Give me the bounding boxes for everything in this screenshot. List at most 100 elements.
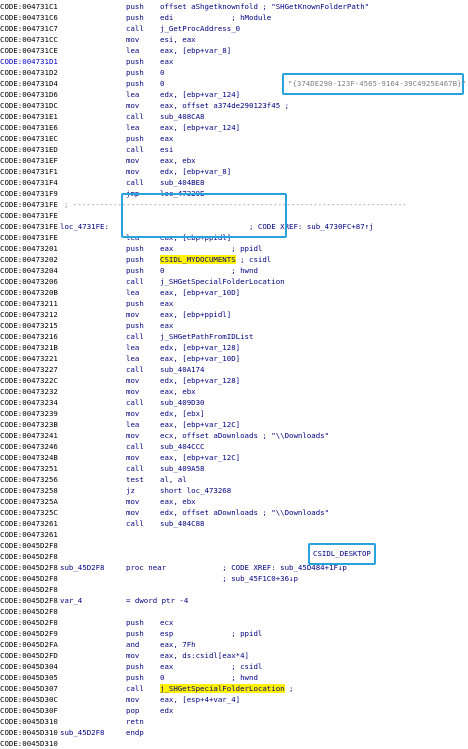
address: CODE:004731ED (0, 144, 58, 154)
mnemonic: push (126, 628, 144, 638)
address: CODE:004731C1 (0, 1, 58, 11)
address: CODE:004731EC (0, 133, 58, 143)
operand[interactable]: edx, [ebp+var_8] (160, 166, 231, 177)
address: CODE:004731D1 (0, 56, 58, 66)
operand[interactable]: edx, [ebp+var_128] (160, 375, 240, 386)
address: CODE:0045D2F8 (0, 595, 58, 605)
mnemonic: call (126, 518, 144, 528)
operand[interactable]: sub_409A58 (160, 463, 205, 474)
operand[interactable]: eax, [ebp+var_12C] (160, 419, 240, 430)
operand[interactable]: eax ; ppidl (160, 243, 262, 254)
address: CODE:00473246 (0, 441, 58, 451)
address: CODE:0047320B (0, 287, 58, 297)
operand[interactable]: edi ; hModule (160, 12, 271, 23)
highlighted-symbol[interactable]: j_SHGetSpecialFolderLocation (160, 683, 285, 693)
operand[interactable]: esp ; ppidl (160, 628, 262, 639)
mnemonic: call (126, 331, 144, 341)
mnemonic: call (126, 683, 144, 693)
operand[interactable]: eax, [ebp+var_10D] (160, 287, 240, 298)
operand[interactable]: eax, 7Fh (160, 639, 196, 650)
mnemonic: lea (126, 45, 140, 55)
operand[interactable]: eax (160, 320, 173, 331)
mnemonic: lea (126, 419, 140, 429)
address: CODE:004731FE (0, 210, 58, 220)
operand[interactable]: eax, ebx (160, 496, 196, 507)
mnemonic: push (126, 243, 144, 253)
operand[interactable]: eax, [ebp+var_12C] (160, 452, 240, 463)
csidl-desktop-annotation: CSIDL_DESKTOP (313, 549, 371, 558)
mnemonic: mov (126, 507, 140, 517)
mnemonic: call (126, 441, 144, 451)
operand[interactable]: sub_404C88 (160, 518, 205, 529)
address: CODE:0047321B (0, 342, 58, 352)
operand[interactable]: sub_409D30 (160, 397, 205, 408)
mnemonic: mov (126, 650, 140, 660)
address: CODE:0047323B (0, 419, 58, 429)
operand[interactable]: ecx (160, 617, 173, 628)
operand[interactable]: eax, ebx (160, 386, 196, 397)
address: CODE:0045D2F8 (0, 606, 58, 616)
operand[interactable]: al, al (160, 474, 187, 485)
operand[interactable]: eax, ebx (160, 155, 196, 166)
operand[interactable]: sub_404BE8 (160, 177, 205, 188)
operand[interactable]: ecx, offset aDownloads ; "\\Downloads" (160, 430, 329, 441)
operand[interactable]: eax, ds:csidl[eax*4] (160, 650, 249, 661)
address: CODE:00473234 (0, 397, 58, 407)
operand[interactable]: j_SHGetSpecialFolderLocation ; (160, 683, 294, 694)
operand[interactable]: 0 ; hwnd (160, 672, 258, 683)
operand[interactable]: 0 (160, 78, 164, 89)
address: CODE:00473221 (0, 353, 58, 363)
operand[interactable]: j_GetProcAddress_0 (160, 23, 240, 34)
operand[interactable]: j_SHGetSpecialFolderLocation (160, 276, 285, 287)
operand[interactable]: edx, [ebp+var_128] (160, 342, 240, 353)
operand[interactable]: 0 (160, 67, 164, 78)
mnemonic: lea (126, 353, 140, 363)
address: CODE:004731FE (0, 221, 58, 231)
mnemonic: push (126, 265, 144, 275)
operand[interactable]: eax, [ebp+var_10D] (160, 353, 240, 364)
operand[interactable]: short loc_473268 (160, 485, 231, 496)
operand[interactable]: eax, [ebp+var_124] (160, 122, 240, 133)
operand[interactable]: esi (160, 144, 173, 155)
operand[interactable]: eax (160, 133, 173, 144)
operand[interactable]: edx, [ebx] (160, 408, 205, 419)
operand[interactable]: eax ; csidl (160, 661, 262, 672)
operand[interactable]: eax, [ebp+ppidl] (160, 309, 231, 320)
address: CODE:0045D2FD (0, 650, 58, 660)
highlighted-symbol[interactable]: CSIDL_MYDOCUMENTS (160, 254, 236, 264)
operand[interactable]: eax, [esp+4+var_4] (160, 694, 240, 705)
address: CODE:00473202 (0, 254, 58, 264)
mnemonic: lea (126, 342, 140, 352)
mnemonic: = dword ptr -4 (126, 595, 189, 605)
operand[interactable]: eax (160, 298, 173, 309)
address: CODE:004731E1 (0, 111, 58, 121)
code-label[interactable]: sub_45D2F8 (60, 562, 105, 573)
operand[interactable]: j_SHGetPathFromIDList (160, 331, 253, 342)
code-label[interactable]: loc_4731FE: (60, 221, 109, 232)
operand[interactable]: CSIDL_MYDOCUMENTS ; csidl (160, 254, 271, 265)
operand[interactable]: sub_40A174 (160, 364, 205, 375)
operand[interactable]: edx, offset aDownloads ; "\\Downloads" (160, 507, 329, 518)
operand[interactable]: eax, offset a374de290123f45 ; (160, 100, 289, 111)
address: CODE:00473201 (0, 243, 58, 253)
address: CODE:00473227 (0, 364, 58, 374)
mnemonic: push (126, 78, 144, 88)
code-label[interactable]: var_4 (60, 595, 82, 606)
address: CODE:0047325A (0, 496, 58, 506)
operand[interactable]: 0 ; hwnd (160, 265, 258, 276)
operand[interactable]: esi, eax (160, 34, 196, 45)
mnemonic: mov (126, 496, 140, 506)
operand[interactable]: ; sub_45F1C0+36↓p (160, 573, 298, 584)
operand[interactable]: sub_404CCC (160, 441, 205, 452)
address: CODE:00473256 (0, 474, 58, 484)
code-label[interactable]: sub_45D2F8 (60, 727, 105, 738)
shgetspecialfolder-callout-box (121, 193, 287, 238)
guid-string-annotation: "{374DE290-123F-4565-9164-39C4925E467B}" (288, 79, 466, 88)
operand[interactable]: eax (160, 56, 173, 67)
operand[interactable]: eax, [ebp+var_8] (160, 45, 231, 56)
operand[interactable]: edx, [ebp+var_124] (160, 89, 240, 100)
mnemonic: jz (126, 485, 135, 495)
operand[interactable]: edx (160, 705, 173, 716)
operand[interactable]: offset aShgetknownfold ; "SHGetKnownFold… (160, 1, 369, 12)
operand[interactable]: sub_408CA8 (160, 111, 205, 122)
